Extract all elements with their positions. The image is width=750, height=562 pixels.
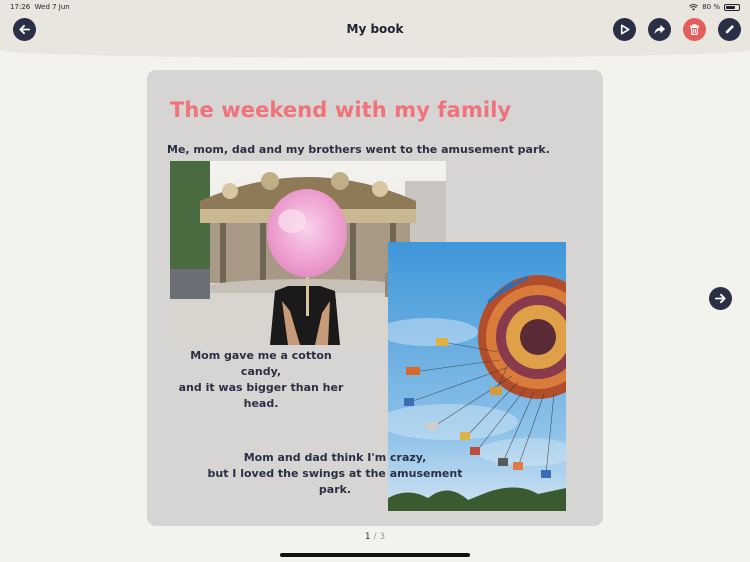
share-arrow-icon [654, 24, 666, 35]
play-icon [620, 24, 630, 35]
trash-icon [689, 24, 700, 35]
status-time: 17:26 Wed 7 Jun [10, 3, 70, 11]
caption-bottom: Mom and dad think I'm crazy, but I loved… [205, 450, 465, 498]
delete-button[interactable] [683, 18, 706, 41]
status-right: 80 % [689, 3, 740, 11]
page-separator: / [373, 532, 377, 542]
status-bar: 17:26 Wed 7 Jun 80 % [0, 0, 750, 14]
current-page: 1 [364, 532, 371, 542]
caption-bottom-line1: Mom and dad think I'm crazy, [243, 451, 427, 464]
caption-top: Me, mom, dad and my brothers went to the… [167, 143, 550, 156]
arrow-left-icon [19, 24, 31, 35]
pencil-icon [725, 25, 734, 34]
story-page: The weekend with my family Me, mom, dad … [147, 70, 603, 526]
page-title: My book [346, 22, 404, 36]
battery-text: 80 % [702, 3, 720, 11]
caption-middle-line1: Mom gave me a cotton candy, [190, 349, 332, 378]
edit-button[interactable] [718, 18, 741, 41]
page-indicator: 1 / 3 [0, 532, 750, 542]
date-text: Wed 7 Jun [34, 3, 70, 11]
time-text: 17:26 [10, 3, 31, 11]
caption-bottom-line2: but I loved the swings at the amusement … [207, 467, 463, 496]
wifi-icon [689, 3, 699, 11]
caption-middle: Mom gave me a cotton candy, and it was b… [171, 348, 351, 412]
next-page-button[interactable] [709, 287, 732, 310]
caption-middle-line2: and it was bigger than her head. [178, 381, 344, 410]
total-pages: 3 [379, 532, 386, 542]
back-button[interactable] [13, 18, 36, 41]
arrow-right-icon [714, 293, 726, 304]
battery-icon [724, 3, 740, 11]
home-indicator[interactable] [280, 553, 470, 557]
play-button[interactable] [613, 18, 636, 41]
share-button[interactable] [648, 18, 671, 41]
story-title: The weekend with my family [170, 98, 512, 122]
